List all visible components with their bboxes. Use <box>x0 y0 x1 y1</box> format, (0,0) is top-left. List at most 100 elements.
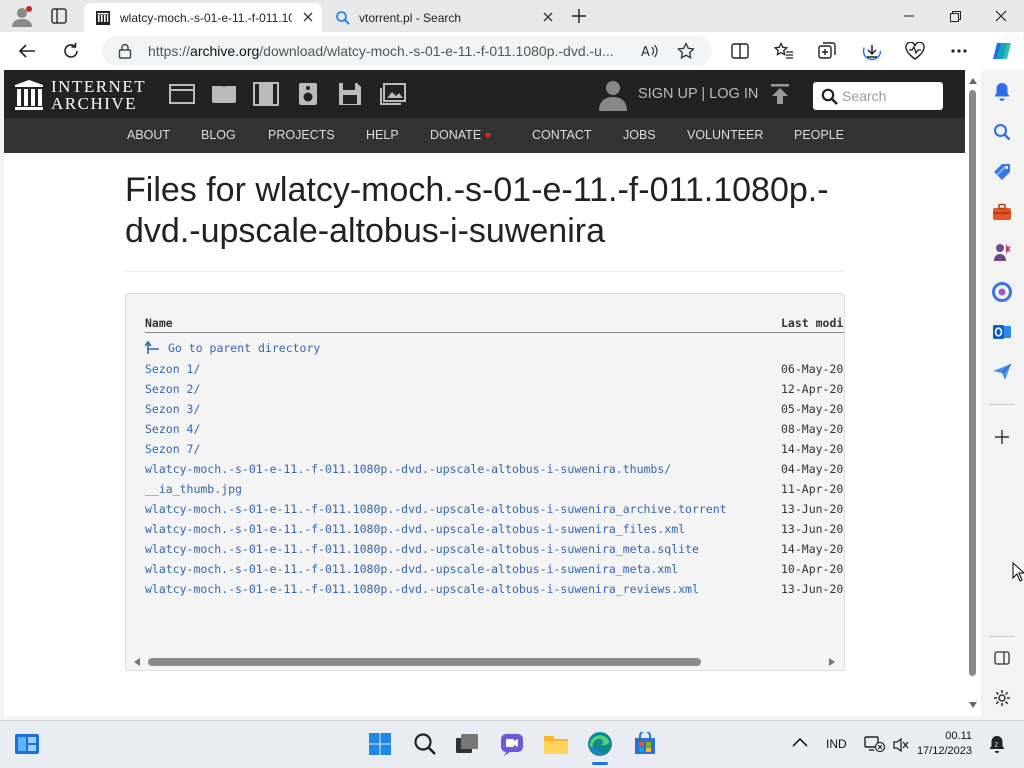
tab-vtorrent[interactable]: vtorrent.pl - Search <box>326 3 562 32</box>
tools-briefcase-icon[interactable] <box>991 201 1013 223</box>
widgets-icon[interactable] <box>14 731 40 757</box>
send-icon[interactable] <box>991 361 1013 383</box>
mouse-cursor-icon <box>1012 562 1024 582</box>
search-icon[interactable] <box>412 731 438 757</box>
search-box[interactable]: Search <box>813 82 943 110</box>
more-menu-icon[interactable] <box>944 37 974 65</box>
games-icon[interactable] <box>991 241 1013 263</box>
audio-icon[interactable] <box>298 82 318 106</box>
read-aloud-icon[interactable]: A <box>640 42 658 60</box>
file-link[interactable]: wlatcy-moch.-s-01-e-11.-f-011.1080p.-dvd… <box>145 502 727 516</box>
notifications-bell-icon[interactable] <box>991 81 1013 103</box>
file-link[interactable]: Sezon 7/ <box>145 442 200 456</box>
refresh-icon[interactable] <box>56 37 86 65</box>
outlook-icon[interactable] <box>991 321 1013 343</box>
task-view-icon[interactable] <box>454 731 480 757</box>
close-window-icon[interactable] <box>978 0 1024 32</box>
favorite-star-icon[interactable] <box>677 42 695 60</box>
settings-gear-icon[interactable] <box>991 687 1013 709</box>
nav-about[interactable]: ABOUT <box>127 118 170 153</box>
favorites-icon[interactable] <box>769 37 799 65</box>
file-date: 11-Apr-20 <box>781 482 844 496</box>
volume-muted-icon[interactable] <box>893 737 909 753</box>
nav-people[interactable]: PEOPLE <box>794 118 844 153</box>
sidebar-divider <box>989 636 1015 637</box>
nav-blog[interactable]: BLOG <box>201 118 236 153</box>
clock[interactable]: 00.11 17/12/2023 <box>916 729 972 759</box>
minimize-icon[interactable] <box>886 0 932 32</box>
file-link[interactable]: wlatcy-moch.-s-01-e-11.-f-011.1080p.-dvd… <box>145 542 699 556</box>
header-divider <box>145 332 844 333</box>
archive-logo-icon[interactable] <box>14 79 44 111</box>
file-link[interactable]: wlatcy-moch.-s-01-e-11.-f-011.1080p.-dvd… <box>145 462 671 476</box>
tab-actions-icon[interactable] <box>50 7 70 25</box>
search-icon[interactable] <box>991 121 1013 143</box>
file-link[interactable]: wlatcy-moch.-s-01-e-11.-f-011.1080p.-dvd… <box>145 522 685 536</box>
file-link[interactable]: Sezon 3/ <box>145 402 200 416</box>
clock-time: 00.11 <box>945 730 972 742</box>
tab-close-icon[interactable] <box>300 9 316 25</box>
show-hidden-icons-icon[interactable] <box>792 737 810 751</box>
software-icon[interactable] <box>338 82 362 106</box>
tab-close-icon[interactable] <box>540 9 556 25</box>
heart-icon: ♥ <box>484 130 492 142</box>
start-windows-icon[interactable] <box>367 731 393 757</box>
notification-center-icon[interactable]: z <box>987 734 1007 754</box>
column-header-modified[interactable]: Last modi <box>781 316 843 330</box>
file-link[interactable]: wlatcy-moch.-s-01-e-11.-f-011.1080p.-dvd… <box>145 562 678 576</box>
images-icon[interactable] <box>380 83 406 105</box>
nav-help[interactable]: HELP <box>366 118 399 153</box>
downloads-icon[interactable] <box>857 37 887 65</box>
texts-icon[interactable] <box>211 83 237 105</box>
file-explorer-icon[interactable] <box>543 731 569 757</box>
url-text[interactable]: https://archive.org/download/wlatcy-moch… <box>148 43 626 59</box>
restore-icon[interactable] <box>932 0 978 32</box>
file-link[interactable]: Sezon 2/ <box>145 382 200 396</box>
column-header-name[interactable]: Name <box>145 316 173 330</box>
hide-sidebar-icon[interactable] <box>991 647 1013 669</box>
chat-icon[interactable] <box>499 731 525 757</box>
nav-volunteer[interactable]: VOLUNTEER <box>687 118 763 153</box>
add-icon[interactable] <box>991 426 1013 448</box>
navigation-bar: https://archive.org/download/wlatcy-moch… <box>0 32 1024 70</box>
vertical-scrollbar[interactable] <box>965 70 981 716</box>
user-avatar-icon[interactable] <box>598 79 628 111</box>
archive-logo-text[interactable]: INTERNET ARCHIVE <box>51 78 146 112</box>
signup-login-link[interactable]: SIGN UP | LOG IN <box>638 86 758 102</box>
language-indicator[interactable]: IND <box>826 737 847 751</box>
file-link[interactable]: Sezon 1/ <box>145 362 200 376</box>
new-tab-icon[interactable] <box>568 6 590 26</box>
network-disconnected-icon[interactable] <box>864 735 886 753</box>
file-date: 13-Jun-20 <box>781 502 844 516</box>
parent-directory-link[interactable]: Go to parent directory <box>145 340 320 355</box>
tab-archive[interactable]: wlatcy-moch.-s-01-e-11.-f-011.1080p.-dvd… <box>84 3 322 32</box>
back-icon[interactable] <box>12 37 42 65</box>
page-title: Files for wlatcy-moch.-s-01-e-11.-f-011.… <box>125 171 829 250</box>
nav-projects[interactable]: PROJECTS <box>268 118 335 153</box>
nav-contact[interactable]: CONTACT <box>532 118 592 153</box>
store-icon[interactable] <box>632 731 658 757</box>
clock-date: 17/12/2023 <box>916 745 972 757</box>
search-placeholder[interactable]: Search <box>842 88 886 104</box>
video-icon[interactable] <box>253 82 279 106</box>
copilot-icon[interactable] <box>987 37 1017 65</box>
nav-jobs[interactable]: JOBS <box>623 118 656 153</box>
upload-icon[interactable] <box>770 83 790 105</box>
horizontal-scrollbar[interactable] <box>126 654 844 670</box>
split-screen-icon[interactable] <box>725 37 755 65</box>
microsoft-365-icon[interactable] <box>991 281 1013 303</box>
file-date: 12-Apr-20 <box>781 382 844 396</box>
nav-donate[interactable]: DONATE ♥ <box>430 118 491 153</box>
file-link[interactable]: Sezon 4/ <box>145 422 200 436</box>
browser-essentials-icon[interactable] <box>900 37 930 65</box>
shopping-tag-icon[interactable] <box>991 161 1013 183</box>
file-link[interactable]: wlatcy-moch.-s-01-e-11.-f-011.1080p.-dvd… <box>145 582 699 596</box>
lock-icon[interactable] <box>118 43 134 59</box>
file-date: 08-May-20 <box>781 422 844 436</box>
collections-icon[interactable] <box>812 37 842 65</box>
edge-browser-icon[interactable] <box>587 731 613 757</box>
profile-avatar[interactable] <box>10 5 34 29</box>
web-icon[interactable] <box>169 83 195 105</box>
file-link[interactable]: __ia_thumb.jpg <box>145 482 242 496</box>
address-bar[interactable]: https://archive.org/download/wlatcy-moch… <box>102 36 712 66</box>
